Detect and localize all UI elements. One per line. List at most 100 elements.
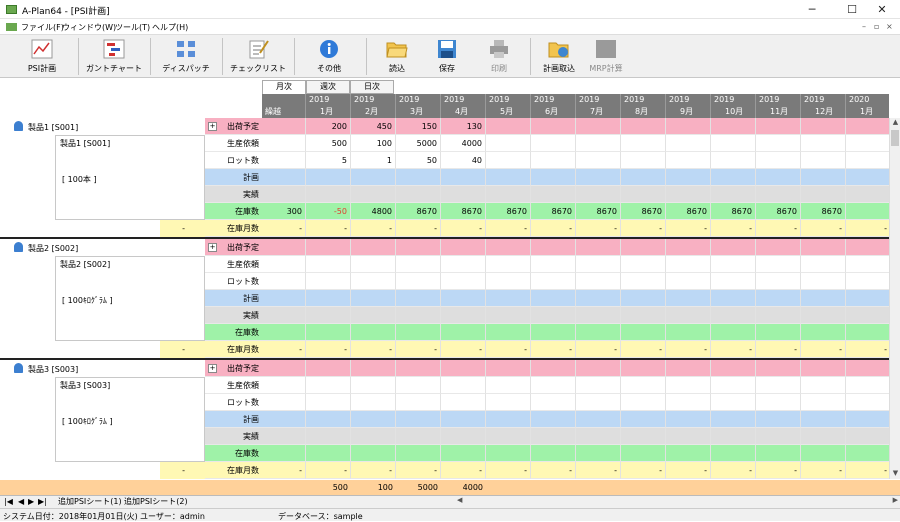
grid-cell[interactable] (486, 135, 531, 152)
grid-cell[interactable] (576, 118, 621, 135)
grid-cell[interactable] (531, 394, 576, 411)
grid-cell[interactable] (351, 273, 396, 290)
carry-cell[interactable] (262, 411, 306, 428)
grid-cell[interactable] (486, 307, 531, 324)
grid-cell[interactable] (801, 290, 846, 307)
grid-cell[interactable]: 5 (306, 152, 351, 169)
grid-cell[interactable] (351, 186, 396, 203)
grid-cell[interactable] (801, 324, 846, 341)
grid-cell[interactable] (846, 239, 889, 256)
grid-cell[interactable]: - (396, 462, 441, 479)
grid-cell[interactable] (711, 118, 756, 135)
grid-cell[interactable] (801, 118, 846, 135)
grid-cell[interactable]: - (846, 220, 889, 237)
carry-cell[interactable]: 300 (262, 203, 306, 220)
grid-cell[interactable] (396, 428, 441, 445)
grid-cell[interactable] (846, 186, 889, 203)
grid-cell[interactable] (666, 169, 711, 186)
grid-cell[interactable] (351, 428, 396, 445)
grid-cell[interactable]: 150 (396, 118, 441, 135)
grid-cell[interactable] (351, 411, 396, 428)
grid-cell[interactable] (756, 428, 801, 445)
grid-cell[interactable]: 50 (396, 152, 441, 169)
grid-cell[interactable] (846, 307, 889, 324)
carry-cell[interactable] (262, 307, 306, 324)
grid-cell[interactable] (531, 307, 576, 324)
scroll-up-icon[interactable]: ▲ (890, 118, 900, 128)
grid-cell[interactable]: - (621, 462, 666, 479)
grid-cell[interactable] (756, 307, 801, 324)
grid-cell[interactable] (351, 239, 396, 256)
grid-cell[interactable]: - (441, 341, 486, 358)
grid-cell[interactable] (351, 377, 396, 394)
grid-cell[interactable] (711, 152, 756, 169)
grid-cell[interactable]: 450 (351, 118, 396, 135)
grid-cell[interactable] (621, 428, 666, 445)
grid-cell[interactable] (666, 428, 711, 445)
grid-cell[interactable]: 8670 (441, 203, 486, 220)
grid-cell[interactable] (576, 307, 621, 324)
grid-cell[interactable] (666, 394, 711, 411)
mdi-close-icon[interactable]: × (886, 22, 893, 31)
grid-cell[interactable]: - (666, 220, 711, 237)
carry-cell[interactable] (262, 135, 306, 152)
sheet-tab-2[interactable]: 追加PSIシート(2) (124, 496, 188, 508)
scroll-right-icon[interactable]: ▶ (893, 496, 898, 504)
grid-cell[interactable]: - (666, 341, 711, 358)
grid-cell[interactable] (846, 169, 889, 186)
carry-cell[interactable] (262, 152, 306, 169)
grid-cell[interactable] (621, 256, 666, 273)
grid-cell[interactable]: 130 (441, 118, 486, 135)
grid-cell[interactable] (711, 324, 756, 341)
grid-cell[interactable] (711, 273, 756, 290)
grid-cell[interactable] (756, 360, 801, 377)
grid-cell[interactable] (486, 411, 531, 428)
grid-cell[interactable] (846, 152, 889, 169)
grid-cell[interactable]: -50 (306, 203, 351, 220)
grid-cell[interactable] (801, 256, 846, 273)
grid-cell[interactable] (441, 169, 486, 186)
grid-cell[interactable] (531, 135, 576, 152)
grid-cell[interactable] (621, 273, 666, 290)
carry-cell[interactable] (262, 256, 306, 273)
carry-cell[interactable] (262, 290, 306, 307)
grid-cell[interactable] (801, 307, 846, 324)
tab-monthly[interactable]: 月次 (262, 80, 306, 94)
grid-cell[interactable] (576, 256, 621, 273)
grid-cell[interactable] (846, 135, 889, 152)
grid-cell[interactable] (441, 239, 486, 256)
grid-cell[interactable] (711, 169, 756, 186)
grid-cell[interactable] (396, 377, 441, 394)
grid-cell[interactable]: - (576, 220, 621, 237)
grid-cell[interactable] (621, 186, 666, 203)
expand-icon[interactable]: + (208, 364, 217, 373)
grid-cell[interactable] (486, 256, 531, 273)
grid-cell[interactable] (846, 428, 889, 445)
grid-cell[interactable] (756, 394, 801, 411)
grid-cell[interactable] (666, 273, 711, 290)
carry-cell[interactable] (262, 360, 306, 377)
grid-cell[interactable]: - (846, 462, 889, 479)
grid-cell[interactable] (846, 360, 889, 377)
grid-cell[interactable] (486, 152, 531, 169)
grid-cell[interactable] (531, 118, 576, 135)
carry-cell[interactable] (262, 169, 306, 186)
grid-cell[interactable] (846, 445, 889, 462)
grid-cell[interactable] (801, 394, 846, 411)
grid-cell[interactable] (396, 290, 441, 307)
grid-cell[interactable] (846, 394, 889, 411)
grid-cell[interactable] (306, 239, 351, 256)
grid-cell[interactable] (576, 377, 621, 394)
grid-cell[interactable] (306, 186, 351, 203)
grid-cell[interactable] (801, 186, 846, 203)
grid-cell[interactable] (486, 169, 531, 186)
grid-cell[interactable]: - (801, 462, 846, 479)
grid-cell[interactable]: - (486, 341, 531, 358)
grid-cell[interactable] (531, 445, 576, 462)
horizontal-scrollbar[interactable]: ◀ ▶ (455, 496, 900, 506)
grid-cell[interactable] (351, 360, 396, 377)
grid-cell[interactable] (396, 307, 441, 324)
sheet-tab-1[interactable]: 追加PSIシート(1) (58, 496, 122, 508)
grid-cell[interactable]: 8670 (711, 203, 756, 220)
grid-cell[interactable]: - (846, 341, 889, 358)
